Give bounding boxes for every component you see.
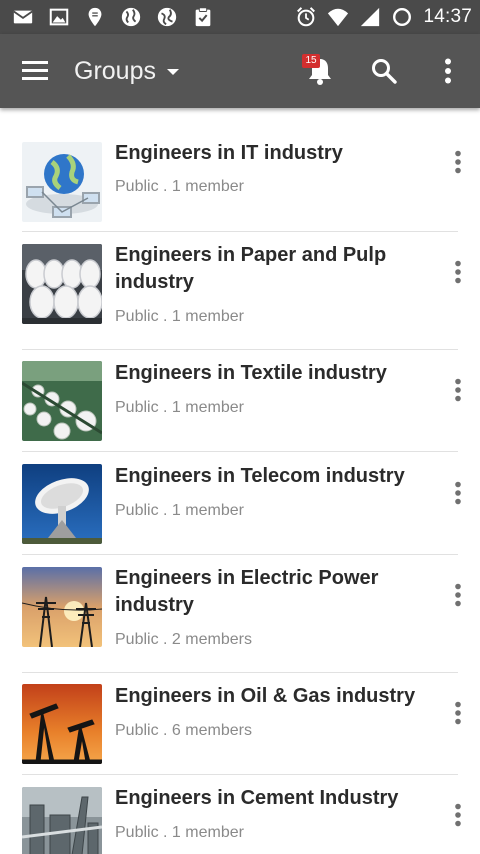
location-icon	[88, 7, 102, 27]
list-item[interactable]: Engineers in Cement Industry Public . 1 …	[0, 775, 480, 854]
status-bar: 14:37	[0, 0, 480, 34]
group-meta: Public . 1 member	[115, 502, 244, 519]
image-icon	[49, 8, 69, 26]
list-item[interactable]: Engineers in Paper and Pulp industry Pub…	[0, 232, 480, 350]
oil-pumpjacks-image	[22, 684, 102, 764]
list-item[interactable]: Engineers in IT industry Public . 1 memb…	[0, 108, 480, 232]
more-vert-icon	[455, 260, 461, 284]
more-vert-icon	[455, 150, 461, 174]
search-button[interactable]	[352, 34, 416, 108]
more-vert-icon	[455, 803, 461, 827]
group-meta: Public . 1 member	[115, 824, 244, 841]
group-overflow-button[interactable]	[442, 370, 474, 410]
group-list: Engineers in IT industry Public . 1 memb…	[0, 108, 480, 854]
group-selector[interactable]: Groups	[74, 57, 288, 86]
network-globe-image	[22, 142, 102, 222]
signal-icon	[361, 7, 380, 27]
hamburger-menu-icon	[22, 61, 48, 80]
power-pylons-image	[22, 567, 102, 647]
group-meta: Public . 1 member	[115, 178, 244, 195]
group-overflow-button[interactable]	[442, 252, 474, 292]
status-right-icons: 14:37	[295, 6, 472, 28]
more-vert-icon	[445, 58, 451, 84]
app-bar-actions: 15	[288, 34, 480, 108]
group-overflow-button[interactable]	[442, 795, 474, 835]
clipboard-check-icon	[195, 7, 211, 27]
status-left-icons	[12, 6, 214, 28]
notifications-button[interactable]: 15	[288, 34, 352, 108]
menu-button[interactable]	[0, 34, 74, 108]
group-meta: Public . 1 member	[115, 399, 244, 416]
more-vert-icon	[455, 701, 461, 725]
more-vert-icon	[455, 481, 461, 505]
list-item[interactable]: Engineers in Oil & Gas industry Public .…	[0, 673, 480, 775]
textile-spools-image	[22, 361, 102, 441]
group-meta: Public . 1 member	[115, 308, 244, 325]
group-name: Engineers in Electric Power industry	[115, 567, 379, 616]
group-name: Engineers in Paper and Pulp industry	[115, 244, 387, 293]
group-name: Engineers in IT industry	[115, 142, 343, 164]
battery-icon	[393, 8, 412, 26]
group-overflow-button[interactable]	[442, 142, 474, 182]
group-meta: Public . 6 members	[115, 722, 252, 739]
wifi-icon	[328, 8, 349, 27]
group-overflow-button[interactable]	[442, 473, 474, 513]
alarm-icon	[297, 7, 316, 27]
mail-icon	[13, 10, 33, 24]
globe-icon	[157, 7, 177, 27]
group-meta: Public . 2 members	[115, 631, 252, 648]
status-time: 14:37	[423, 6, 472, 27]
app-bar: Groups 15	[0, 34, 480, 108]
list-item[interactable]: Engineers in Electric Power industry Pub…	[0, 555, 480, 673]
paper-rolls-image	[22, 244, 102, 324]
list-item[interactable]: Engineers in Textile industry Public . 1…	[0, 350, 480, 452]
satellite-dish-image	[22, 464, 102, 544]
cement-plant-image	[22, 787, 102, 854]
group-name: Engineers in Cement Industry	[115, 787, 399, 809]
notification-badge: 15	[302, 54, 320, 68]
dropdown-arrow-icon	[166, 69, 179, 75]
group-overflow-button[interactable]	[442, 693, 474, 733]
group-name: Engineers in Textile industry	[115, 362, 387, 384]
search-icon	[372, 59, 397, 84]
group-overflow-button[interactable]	[442, 575, 474, 615]
group-name: Engineers in Oil & Gas industry	[115, 685, 416, 707]
more-vert-icon	[455, 378, 461, 402]
globe-icon	[121, 7, 141, 27]
more-vert-icon	[455, 583, 461, 607]
list-item[interactable]: Engineers in Telecom industry Public . 1…	[0, 452, 480, 555]
overflow-menu-button[interactable]	[416, 34, 480, 108]
page-title: Groups	[74, 56, 156, 85]
group-name: Engineers in Telecom industry	[115, 465, 405, 487]
